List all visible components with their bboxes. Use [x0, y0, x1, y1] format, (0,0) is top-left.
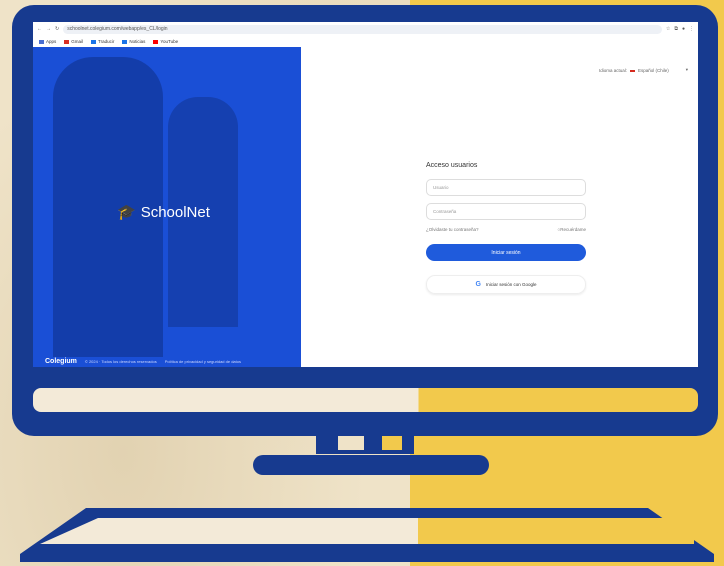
bookmark-apps[interactable]: Apps: [39, 39, 56, 44]
password-placeholder: Contraseña: [433, 209, 457, 214]
gmail-icon: [64, 39, 70, 44]
reload-icon[interactable]: ↻: [55, 26, 59, 32]
graduation-cap-icon: 🎓: [117, 204, 136, 221]
language-selector[interactable]: Idioma actual: Español (Chile) ▾: [599, 67, 688, 73]
login-panel: Idioma actual: Español (Chile) ▾ Acceso …: [301, 47, 698, 367]
google-icon: G: [475, 281, 481, 288]
back-icon[interactable]: ←: [37, 26, 42, 32]
hero-panel: 🎓 SchoolNet Colegium © 2024 · Todos los …: [33, 47, 301, 367]
profile-icon[interactable]: ●: [682, 26, 685, 32]
translate-icon: [91, 39, 97, 44]
monitor-stand-foot: [253, 455, 489, 475]
username-placeholder: Usuario: [433, 185, 449, 190]
youtube-icon: [153, 39, 159, 44]
bookmark-youtube[interactable]: YouTube: [153, 39, 178, 44]
privacy-link[interactable]: Política de privacidad y seguridad de da…: [165, 359, 241, 364]
bookmark-news[interactable]: Noticias: [122, 39, 145, 44]
browser-window: ← → ↻ schoolnet.colegium.com/webapp/es_C…: [33, 22, 698, 367]
login-page: 🎓 SchoolNet Colegium © 2024 · Todos los …: [33, 47, 698, 367]
address-bar[interactable]: schoolnet.colegium.com/webapp/es_CL/logi…: [63, 24, 662, 34]
language-value: Español (Chile): [637, 67, 669, 73]
monitor-neck-gap-right: [382, 436, 402, 450]
forgot-password-link[interactable]: ¿Olvidaste tu contraseña?: [426, 227, 479, 232]
apps-icon: [39, 39, 44, 44]
brand-name: SchoolNet: [140, 203, 210, 221]
login-button[interactable]: Iniciar sesión: [426, 244, 586, 261]
form-options: ¿Olvidaste tu contraseña? ○Recuérdame: [426, 227, 586, 232]
extensions-icon[interactable]: ⧉: [674, 26, 678, 32]
bookmark-gmail[interactable]: Gmail: [64, 39, 83, 44]
forward-icon[interactable]: →: [46, 26, 51, 32]
monitor-neck-gap-left: [338, 436, 364, 450]
password-field[interactable]: Contraseña: [426, 203, 586, 220]
language-label: Idioma actual:: [598, 67, 627, 73]
keyboard-base: [20, 508, 714, 562]
google-button-label: Iniciar sesión con Google: [485, 282, 537, 287]
keyboard-edge: [20, 554, 714, 562]
star-icon[interactable]: ☆: [666, 26, 670, 32]
menu-icon[interactable]: ⋮: [689, 26, 694, 32]
url-text: schoolnet.colegium.com/webapp/es_CL/logi…: [67, 26, 168, 32]
schoolnet-brand: 🎓 SchoolNet: [117, 203, 210, 222]
browser-toolbar: ← → ↻ schoolnet.colegium.com/webapp/es_C…: [33, 22, 698, 36]
remember-me-toggle[interactable]: ○Recuérdame: [558, 227, 586, 232]
hero-footer: Colegium © 2024 · Todos los derechos res…: [33, 355, 301, 367]
bookmark-translate[interactable]: Traducir: [91, 39, 114, 44]
news-icon: [122, 39, 128, 44]
remember-me-label: Recuérdame: [560, 227, 586, 232]
login-form: Acceso usuarios Usuario Contraseña ¿Olvi…: [426, 162, 586, 294]
username-field[interactable]: Usuario: [426, 179, 586, 196]
chile-flag-icon: [629, 68, 635, 72]
colegium-logo: Colegium: [45, 357, 77, 365]
copyright-text: © 2024 · Todos los derechos reservados: [84, 358, 157, 364]
google-login-button[interactable]: G Iniciar sesión con Google: [426, 275, 586, 294]
form-title: Acceso usuarios: [426, 162, 478, 169]
monitor-chin: [33, 388, 698, 412]
chevron-down-icon: ▾: [685, 67, 688, 72]
